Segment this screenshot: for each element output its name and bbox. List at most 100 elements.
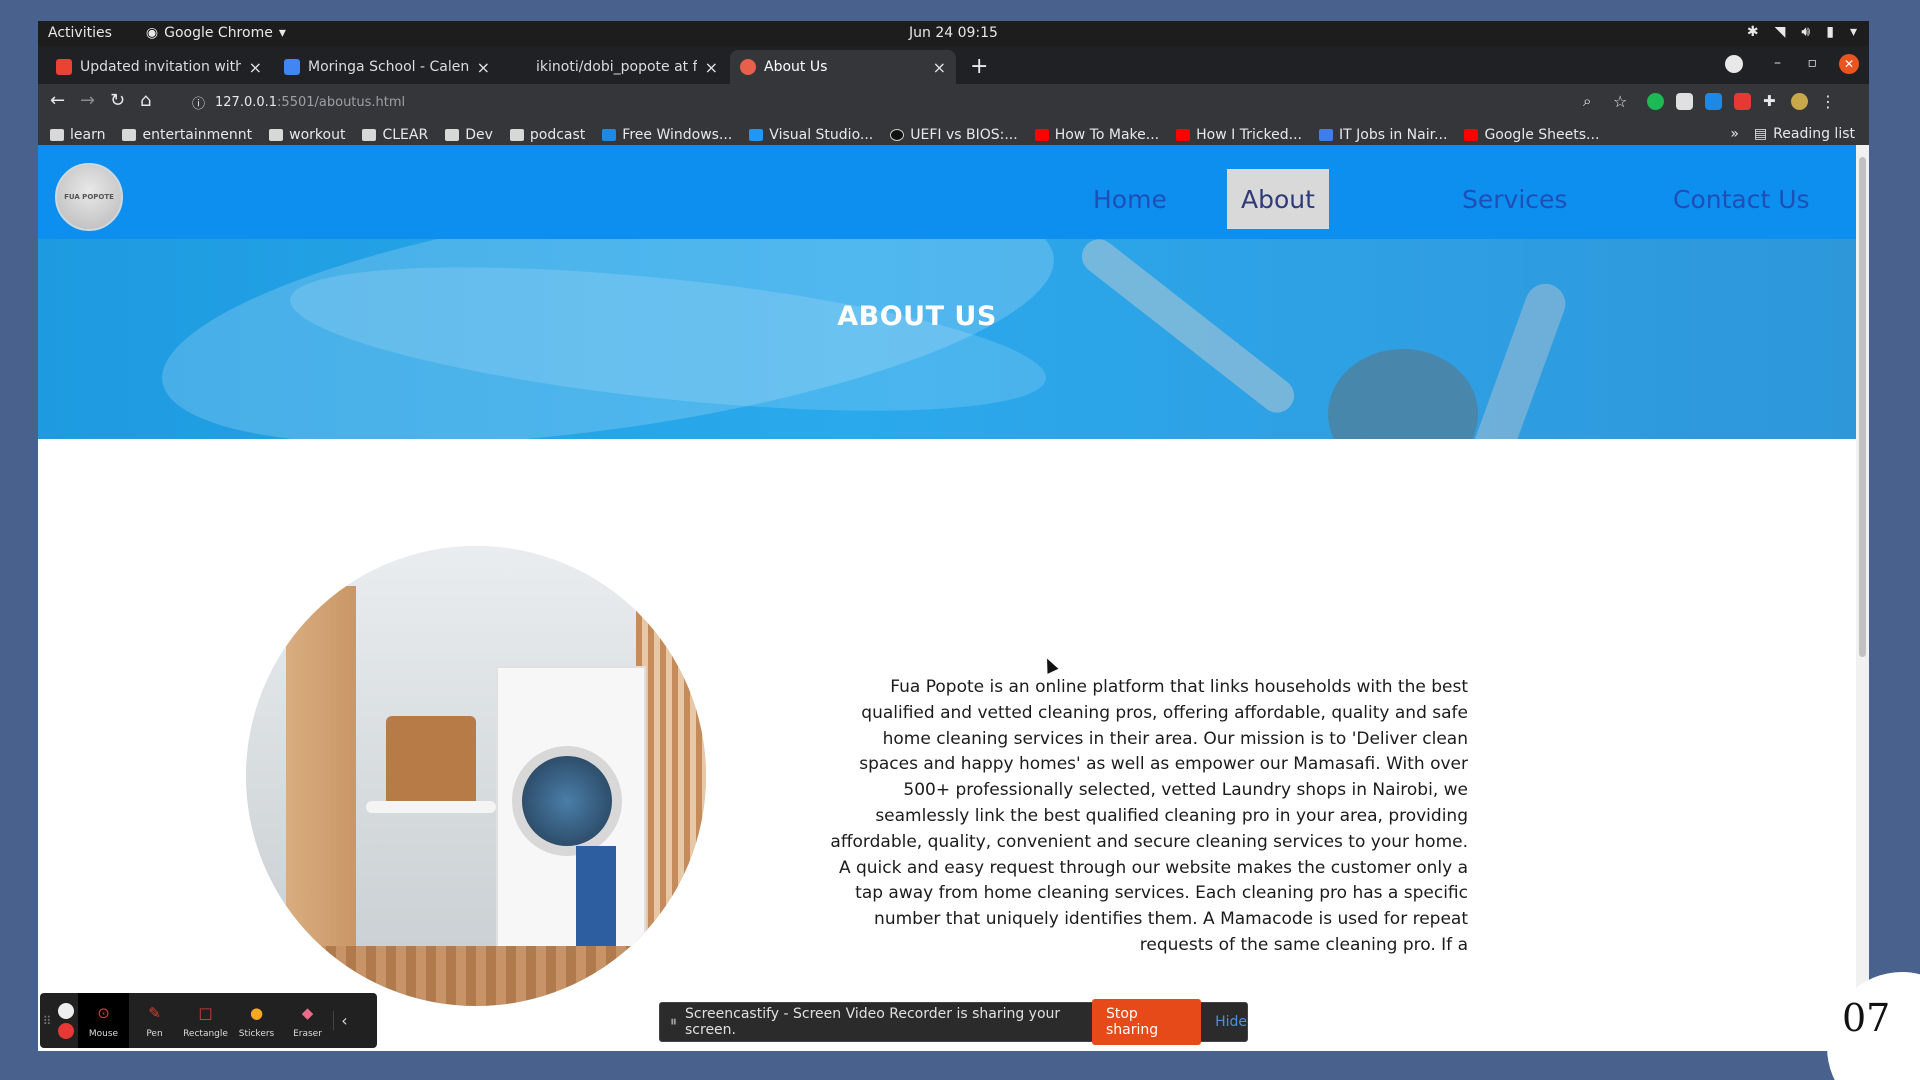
laundry-room-image — [246, 546, 706, 1006]
bookmark-link[interactable]: Visual Studio... — [749, 127, 873, 143]
hide-button[interactable]: Hide — [1215, 1014, 1247, 1030]
tab-title: Moringa School - Calendar — [308, 59, 469, 75]
folder-icon — [509, 129, 524, 141]
folder-icon — [445, 129, 460, 141]
bookmark-folder[interactable]: podcast — [509, 127, 585, 143]
nav-contact-us[interactable]: Contact Us — [1661, 169, 1822, 229]
tab-calendar[interactable]: Moringa School - Calendar × — [274, 50, 500, 84]
browser-toolbar: ← → ↻ ⌂ ⓘ 127.0.0.1:5501/aboutus.html ⌕ … — [38, 84, 1869, 120]
close-tab-icon[interactable]: × — [477, 58, 490, 77]
clock[interactable]: Jun 24 09:15 — [909, 25, 998, 41]
zoom-icon[interactable]: ⌕ — [1583, 92, 1591, 110]
network-icon[interactable]: ✱ — [1747, 24, 1759, 40]
tab-gmail[interactable]: Updated invitation with × — [46, 50, 272, 84]
activities-button[interactable]: Activities — [48, 25, 112, 41]
tab-title: About Us — [764, 59, 828, 75]
bookmark-link[interactable]: Google Sheets... — [1464, 127, 1599, 143]
sharing-message: Screencastify - Screen Video Recorder is… — [685, 1006, 1061, 1038]
new-tab-button[interactable]: + — [970, 54, 988, 79]
bookmark-link[interactable]: How To Make... — [1034, 127, 1159, 143]
extension-icon[interactable] — [1734, 93, 1751, 110]
collapse-toolbar-icon[interactable]: ‹ — [333, 1011, 355, 1030]
screen-sharing-notice: ⏸ Screencastify - Screen Video Recorder … — [659, 999, 1248, 1045]
pen-icon: ✎ — [148, 1003, 161, 1022]
tool-eraser[interactable]: ◆ Eraser — [282, 993, 333, 1048]
bookmark-folder[interactable]: workout — [269, 127, 345, 143]
tab-search-icon[interactable] — [1725, 55, 1743, 73]
minimize-button[interactable]: – — [1774, 55, 1781, 71]
extensions-puzzle-icon[interactable]: ✚ — [1763, 92, 1776, 110]
tool-pen[interactable]: ✎ Pen — [129, 993, 180, 1048]
site-icon — [890, 129, 905, 141]
bookmark-link[interactable]: How I Tricked... — [1176, 127, 1302, 143]
about-line: spaces and happy homes' as well as empow… — [859, 754, 1468, 775]
maximize-button[interactable]: ▫ — [1808, 55, 1818, 71]
close-tab-icon[interactable]: × — [933, 58, 946, 77]
mouse-pointer-icon — [1041, 656, 1059, 674]
back-button[interactable]: ← — [50, 90, 65, 111]
reading-list-button[interactable]: ▤ Reading list — [1754, 126, 1855, 142]
stop-recording-icon[interactable] — [58, 1022, 74, 1039]
logo-text: FUA POPOTE — [64, 193, 114, 201]
bookmark-folder[interactable]: Dev — [445, 127, 493, 143]
folder-icon — [122, 129, 137, 141]
info-icon[interactable]: ⓘ — [192, 93, 205, 112]
battery-icon[interactable]: ▮ — [1826, 24, 1834, 40]
about-line: requests of the same cleaning pro. If a — [1139, 934, 1468, 955]
system-menu-caret-icon[interactable]: ▾ — [1850, 24, 1857, 40]
scrollbar-thumb[interactable] — [1859, 157, 1866, 657]
nav-about[interactable]: About — [1227, 169, 1329, 229]
about-line: number that uniquely identifies them. A … — [874, 909, 1468, 930]
bookmark-link[interactable]: UEFI vs BIOS:... — [890, 127, 1018, 143]
site-navbar: FUA POPOTE Home About Services Contact U… — [38, 145, 1856, 239]
nav-home[interactable]: Home — [1081, 169, 1179, 229]
site-logo[interactable]: FUA POPOTE — [55, 163, 123, 231]
wifi-icon[interactable]: ◥ — [1775, 24, 1786, 40]
tool-rectangle[interactable]: □ Rectangle — [180, 993, 231, 1048]
hero-banner: ABOUT US — [38, 239, 1856, 439]
youtube-icon — [1176, 129, 1191, 141]
menu-kebab-icon[interactable]: ⋮ — [1820, 92, 1836, 111]
stop-sharing-button[interactable]: Stop sharing — [1091, 999, 1202, 1045]
bookmark-folder[interactable]: entertainmennt — [122, 127, 252, 143]
extension-icon[interactable] — [1705, 93, 1722, 110]
address-bar[interactable]: ⓘ 127.0.0.1:5501/aboutus.html — [178, 88, 1658, 116]
drag-handle-icon[interactable]: ⠿ — [40, 1014, 54, 1028]
tool-stickers[interactable]: ● Stickers — [231, 993, 282, 1048]
tab-github[interactable]: ikinoti/dobi_popote at ft × — [502, 50, 728, 84]
app-menu[interactable]: ◉ Google Chrome ▾ — [146, 25, 286, 41]
pause-recording-icon[interactable] — [58, 1002, 74, 1019]
close-tab-icon[interactable]: × — [249, 58, 262, 77]
forward-button[interactable]: → — [80, 90, 95, 111]
bookmark-star-icon[interactable]: ☆ — [1613, 92, 1627, 111]
bookmark-link[interactable]: Free Windows... — [602, 127, 732, 143]
about-line: 500+ professionally selected, vetted Lau… — [903, 780, 1468, 801]
bookmark-link[interactable]: IT Jobs in Nair... — [1319, 127, 1447, 143]
tool-mouse[interactable]: ⊙ Mouse — [78, 993, 129, 1048]
about-line: affordable, quality, convenient and secu… — [830, 831, 1468, 852]
reading-list-icon: ▤ — [1753, 126, 1768, 142]
bookmark-folder[interactable]: learn — [50, 127, 105, 143]
profile-avatar[interactable] — [1791, 93, 1808, 110]
close-window-button[interactable]: ✕ — [1839, 54, 1859, 74]
about-line: A quick and easy request through our web… — [838, 857, 1468, 878]
page-viewport: FUA POPOTE Home About Services Contact U… — [38, 145, 1856, 1051]
home-button[interactable]: ⌂ — [140, 90, 151, 111]
close-tab-icon[interactable]: × — [705, 58, 718, 77]
nav-services[interactable]: Services — [1450, 169, 1579, 229]
grammarly-extension-icon[interactable] — [1647, 93, 1664, 110]
reload-button[interactable]: ↻ — [110, 90, 125, 111]
tab-about-us[interactable]: About Us × — [730, 50, 956, 84]
bookmark-folder[interactable]: CLEAR — [362, 127, 428, 143]
page-scrollbar[interactable] — [1856, 145, 1869, 1051]
youtube-icon — [1034, 129, 1049, 141]
screencastify-toolbar: ⠿ ⊙ Mouse ✎ Pen □ Rectangle ● Stickers ◆… — [40, 993, 377, 1048]
sticker-icon: ● — [249, 1003, 264, 1022]
bookmarks-overflow-button[interactable]: » — [1730, 126, 1739, 142]
folder-icon — [269, 129, 284, 141]
volume-icon[interactable]: 🔊︎ — [1801, 24, 1810, 40]
extension-icon[interactable] — [1676, 93, 1693, 110]
folder-icon — [362, 129, 377, 141]
rectangle-icon: □ — [198, 1003, 213, 1022]
about-line: seamlessly link the best qualified clean… — [875, 805, 1468, 826]
